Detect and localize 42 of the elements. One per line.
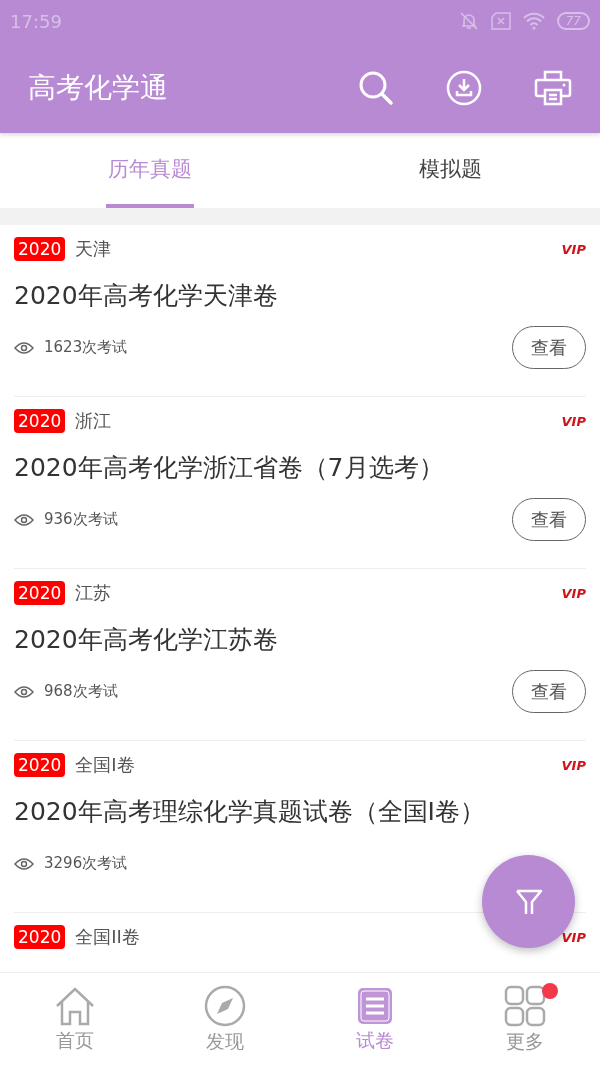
sim-card-icon [490, 12, 511, 30]
vip-mark: VIP [561, 929, 586, 945]
year-tag: 2020 [14, 409, 66, 433]
paper-icon [356, 986, 394, 1026]
home-icon [54, 986, 96, 1026]
eye-icon [14, 340, 34, 355]
paper-title[interactable]: 2020年高考化学江苏卷 [14, 623, 586, 656]
tab[interactable]: 模拟题 [300, 133, 600, 208]
vip-mark: VIP [561, 757, 586, 773]
exam-count: 936次考试 [44, 510, 118, 529]
exam-count: 968次考试 [44, 682, 118, 701]
grid-icon [504, 985, 546, 1027]
vip-mark: VIP [561, 413, 586, 429]
compass-icon [204, 985, 246, 1027]
app-title: 高考化学通 [28, 69, 169, 106]
eye-icon [14, 856, 34, 871]
eye-icon [14, 512, 34, 527]
muted-bell-icon [458, 11, 479, 31]
region-label: 天津 [75, 237, 113, 261]
year-tag: 2020 [14, 753, 66, 777]
paper-title[interactable]: 2020年高考化学天津卷 [14, 279, 586, 312]
view-button[interactable]: 查看 [512, 670, 586, 713]
region-label: 全国II卷 [75, 925, 141, 949]
wifi-icon [522, 12, 545, 30]
region-label: 江苏 [75, 581, 113, 605]
year-tag: 2020 [14, 581, 66, 605]
region-label: 浙江 [75, 409, 113, 433]
year-tag: 2020 [14, 925, 66, 949]
paper-title[interactable]: 2020年高考化学浙江省卷（7月选考） [14, 451, 586, 484]
paper-title[interactable]: 2020年高考理综化学真题试卷（全国I卷） [14, 795, 586, 828]
vip-mark: VIP [561, 585, 586, 601]
view-button[interactable]: 查看 [512, 498, 586, 541]
vip-mark: VIP [561, 241, 586, 257]
download-icon[interactable] [446, 69, 482, 106]
view-button[interactable]: 查看 [512, 326, 586, 369]
year-tag: 2020 [14, 237, 66, 261]
eye-icon [14, 684, 34, 699]
exam-count: 1623次考试 [44, 338, 128, 357]
search-icon[interactable] [358, 69, 394, 106]
exam-count: 3296次考试 [44, 854, 128, 873]
region-label: 全国I卷 [75, 753, 136, 777]
printer-icon[interactable] [534, 69, 572, 106]
